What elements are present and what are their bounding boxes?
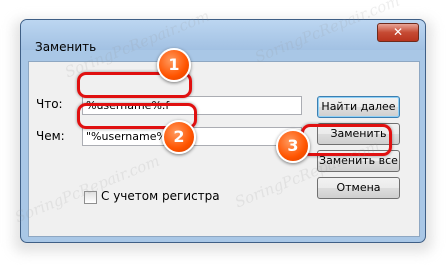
- find-label: Что:: [36, 97, 63, 111]
- match-case-label: С учетом регистра: [101, 189, 220, 203]
- step-marker-1: 1: [157, 48, 191, 82]
- step-marker-2: 2: [162, 120, 196, 154]
- step-marker-3: 3: [276, 129, 310, 163]
- replace-label: Чем:: [36, 129, 65, 143]
- highlight-replace-all-button: [301, 124, 392, 156]
- cancel-button[interactable]: Отмена: [317, 177, 400, 199]
- close-button[interactable]: ✕: [377, 23, 419, 42]
- title-bar: Заменить ✕: [21, 20, 425, 54]
- close-icon: ✕: [392, 25, 404, 39]
- find-next-button[interactable]: Найти далее: [317, 96, 400, 118]
- dialog-title: Заменить: [35, 40, 97, 54]
- match-case-checkbox[interactable]: [84, 191, 97, 204]
